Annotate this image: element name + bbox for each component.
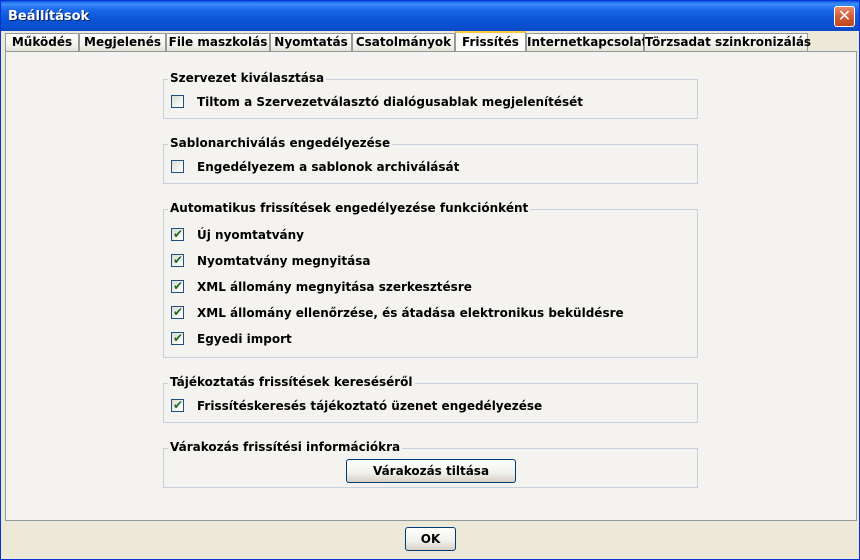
tab-panel-frissites: Szervezet kiválasztása Tiltom a Szerveze… [5, 51, 857, 521]
group-title: Tájékoztatás frissítések kereséséről [168, 375, 415, 389]
group-automatikus-frissitesek: Automatikus frissítések engedélyezése fu… [163, 201, 698, 358]
checkbox-label: Egyedi import [197, 332, 292, 346]
group-szervezet: Szervezet kiválasztása Tiltom a Szerveze… [163, 71, 698, 119]
checkbox-label: Frissítéskeresés tájékoztató üzenet enge… [197, 399, 543, 413]
group-title: Szervezet kiválasztása [168, 71, 327, 85]
check-icon: ✔ [172, 331, 184, 345]
close-button[interactable]: ✕ [834, 6, 855, 27]
checkbox-label: Nyomtatvány megnyitása [197, 254, 371, 268]
checkbox-label: XML állomány megnyitása szerkesztésre [197, 280, 472, 294]
checkbox[interactable] [171, 95, 184, 108]
check-icon: ✔ [172, 279, 184, 293]
tab-frissites[interactable]: Frissítés [455, 31, 526, 52]
checkbox-label: Új nyomtatvány [197, 228, 305, 242]
checkbox[interactable]: ✔ [171, 253, 184, 267]
checkbox-label: Tiltom a Szervezetválasztó dialógusablak… [197, 95, 584, 109]
group-title: Sablonarchiválás engedélyezése [168, 136, 393, 150]
tab-file-maszkolas[interactable]: File maszkolás [166, 33, 270, 51]
check-icon: ✔ [172, 253, 184, 267]
tab-mukodes[interactable]: Működés [5, 33, 79, 51]
group-sablonarchivalas: Sablonarchiválás engedélyezése Engedélye… [163, 136, 698, 184]
tab-nyomtatas[interactable]: Nyomtatás [270, 33, 352, 51]
checkbox[interactable]: ✔ [171, 398, 184, 412]
check-icon: ✔ [172, 227, 184, 241]
tab-csatolmanyok[interactable]: Csatolmányok [352, 33, 455, 51]
close-icon: ✕ [837, 6, 852, 25]
checkbox[interactable]: ✔ [171, 305, 184, 319]
group-title: Automatikus frissítések engedélyezése fu… [168, 201, 531, 215]
ok-button[interactable]: OK [405, 527, 456, 551]
checkbox[interactable]: ✔ [171, 227, 184, 241]
checkbox-label: XML állomány ellenőrzése, és átadása ele… [197, 306, 624, 320]
check-icon: ✔ [172, 398, 184, 412]
tab-internetkapcsolat[interactable]: Internetkapcsolat [526, 33, 647, 51]
tab-torzsadat-szinkronizalas[interactable]: Törzsadat szinkronizálás [644, 33, 811, 51]
checkbox[interactable]: ✔ [171, 279, 184, 293]
check-icon: ✔ [172, 305, 184, 319]
checkbox[interactable] [171, 160, 184, 173]
window-title: Beállítások [8, 9, 90, 24]
tab-megjelenes[interactable]: Megjelenés [79, 33, 166, 51]
group-varakozas: Várakozás frissítési információkra Várak… [163, 440, 698, 488]
disable-waiting-button[interactable]: Várakozás tiltása [346, 459, 516, 483]
settings-window: Beállítások ✕ Működés Megjelenés File ma… [0, 0, 860, 560]
checkbox[interactable]: ✔ [171, 331, 184, 345]
group-tajekoztatas: Tájékoztatás frissítések kereséséről ✔ F… [163, 375, 698, 423]
group-title: Várakozás frissítési információkra [168, 440, 403, 454]
checkbox-label: Engedélyezem a sablonok archiválását [197, 160, 460, 174]
title-bar[interactable]: Beállítások ✕ [1, 1, 859, 31]
